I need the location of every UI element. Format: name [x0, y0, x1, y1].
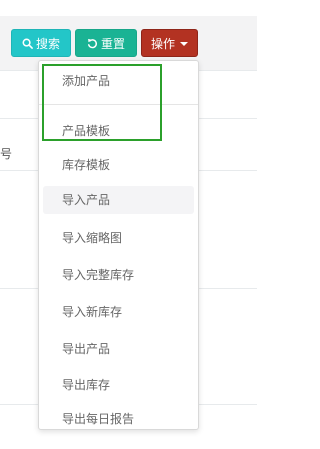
menu-divider — [39, 104, 198, 105]
reset-button[interactable]: 重置 — [75, 29, 137, 57]
operations-dropdown-button[interactable]: 操作 — [141, 29, 198, 57]
refresh-icon — [87, 38, 98, 49]
menu-item-import-full-inventory[interactable]: 导入完整库存 — [43, 261, 194, 289]
menu-item-import-products[interactable]: 导入产品 — [43, 186, 194, 214]
menu-item-add-product[interactable]: 添加产品 — [43, 67, 194, 95]
caret-down-icon — [180, 41, 188, 46]
operations-button-label: 操作 — [150, 36, 175, 51]
menu-item-export-inventory[interactable]: 导出库存 — [43, 371, 194, 399]
menu-item-import-thumbnails[interactable]: 导入缩略图 — [43, 224, 194, 252]
menu-item-import-new-inventory[interactable]: 导入新库存 — [43, 298, 194, 326]
operations-dropdown-menu: 添加产品 产品模板 库存模板 导入产品 导入缩略图 导入完整库存 导入新库存 导… — [38, 60, 199, 430]
search-button[interactable]: 搜索 — [11, 29, 71, 57]
menu-item-export-products[interactable]: 导出产品 — [43, 335, 194, 363]
menu-item-inventory-template[interactable]: 库存模板 — [43, 151, 194, 179]
menu-item-product-template[interactable]: 产品模板 — [43, 117, 194, 145]
column-header-fragment: 号 — [0, 147, 13, 161]
search-button-label: 搜索 — [35, 36, 60, 51]
menu-item-export-daily-report[interactable]: 导出每日报告 — [43, 405, 194, 433]
search-icon — [22, 38, 33, 49]
reset-button-label: 重置 — [100, 36, 125, 51]
